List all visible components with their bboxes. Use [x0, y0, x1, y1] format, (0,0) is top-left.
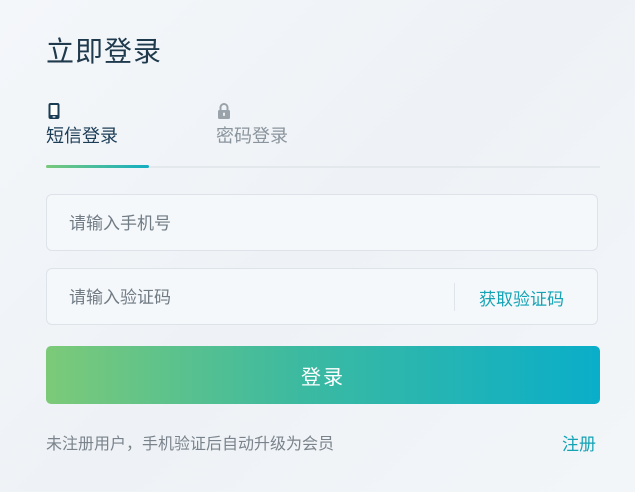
register-link[interactable]: 注册 — [562, 430, 596, 455]
login-button[interactable]: 登录 — [46, 346, 600, 404]
get-code-button[interactable]: 获取验证码 — [479, 285, 564, 310]
register-hint: 未注册用户，手机验证后自动升级为会员 — [46, 434, 335, 453]
tab-password-login[interactable]: 密码登录 — [216, 100, 320, 166]
code-divider — [454, 283, 455, 311]
phone-field — [46, 194, 598, 252]
login-tabs: 短信登录 密码登录 — [46, 100, 600, 168]
page-title: 立即登录 — [46, 35, 163, 68]
tab-sms-label: 短信登录 — [46, 126, 118, 147]
verification-code-input[interactable] — [67, 269, 431, 326]
phone-icon — [46, 102, 62, 120]
login-panel: 立即登录 短信登录 密码登录 请输入手机号 请输入验证码 获取验证码 登录 未注… — [0, 0, 635, 492]
code-field: 获取验证码 — [46, 268, 598, 326]
lock-icon — [216, 102, 232, 120]
phone-input[interactable] — [67, 195, 431, 252]
tab-password-label: 密码登录 — [216, 126, 288, 147]
active-tab-indicator — [46, 165, 149, 168]
tab-sms-login[interactable]: 短信登录 — [46, 100, 150, 168]
